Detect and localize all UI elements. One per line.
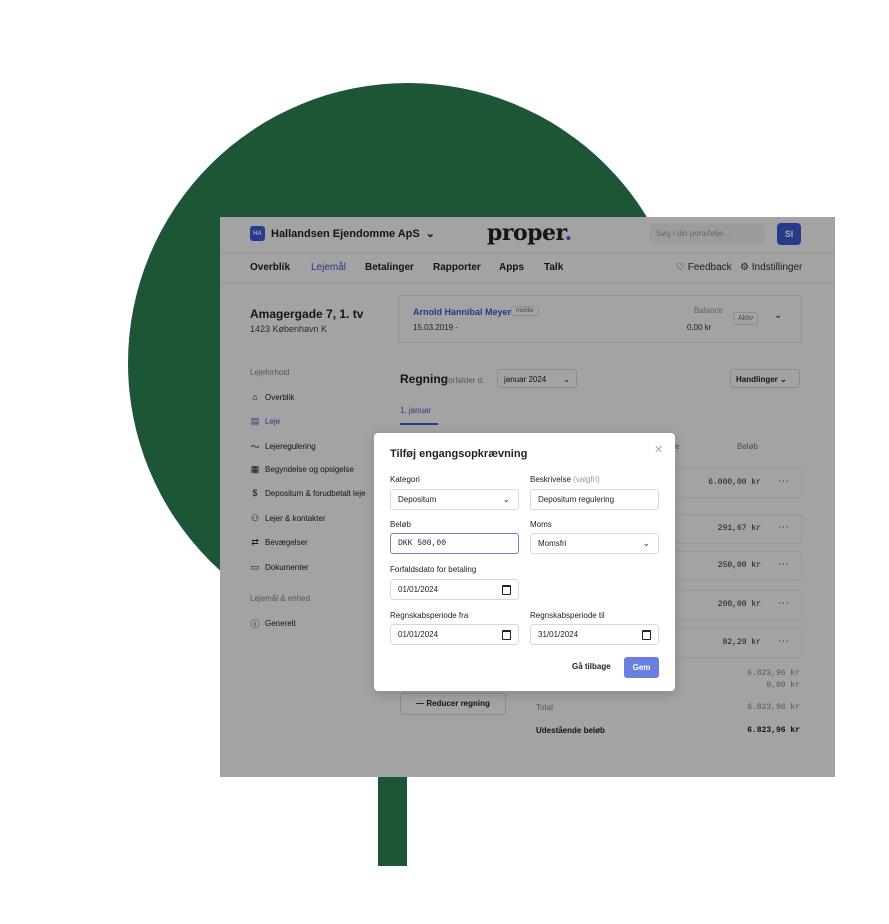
- chevron-down-icon: ⌄: [502, 494, 510, 504]
- back-button[interactable]: Gå tilbage: [572, 662, 611, 671]
- beskrivelse-input[interactable]: Depositum regulering: [530, 489, 659, 510]
- calendar-icon[interactable]: [502, 585, 511, 595]
- kategori-label: Kategori: [390, 475, 420, 484]
- periode-fra-date-input[interactable]: 01/01/2024: [390, 624, 519, 645]
- add-charge-modal: Tilføj engangsopkrævning ✕ Kategori Depo…: [374, 433, 675, 691]
- save-button[interactable]: Gem: [624, 657, 659, 678]
- forfald-date-input[interactable]: 01/01/2024: [390, 579, 519, 600]
- periode-til-label: Regnskabsperiode til: [530, 611, 605, 620]
- chevron-down-icon: ⌄: [642, 538, 650, 548]
- kategori-select[interactable]: Depositum ⌄: [390, 489, 519, 510]
- calendar-icon[interactable]: [642, 630, 651, 640]
- close-icon[interactable]: ✕: [654, 443, 663, 456]
- belob-label: Beløb: [390, 520, 411, 529]
- background-stem: [378, 770, 407, 866]
- app-window: HA Hallandsen Ejendomme ApS ⌄ proper. Sø…: [220, 217, 835, 777]
- beskrivelse-label: Beskrivelse (valgfri): [530, 475, 600, 484]
- periode-til-date-input[interactable]: 31/01/2024: [530, 624, 659, 645]
- moms-select[interactable]: Momsfri ⌄: [530, 533, 659, 554]
- calendar-icon[interactable]: [502, 630, 511, 640]
- modal-title: Tilføj engangsopkrævning: [390, 448, 528, 460]
- moms-label: Moms: [530, 520, 552, 529]
- belob-input[interactable]: DKK 500,00: [390, 533, 519, 554]
- periode-fra-label: Regnskabsperiode fra: [390, 611, 469, 620]
- forfald-label: Forfaldsdato for betaling: [390, 565, 477, 574]
